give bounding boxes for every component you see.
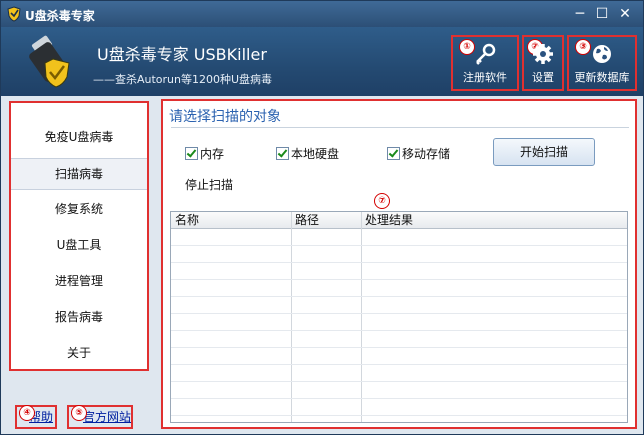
row-line xyxy=(171,279,627,280)
row-line xyxy=(171,415,627,416)
maximize-button[interactable]: ☐ xyxy=(593,5,611,23)
sidebar-item-immunize[interactable]: 免疫U盘病毒 xyxy=(11,122,147,152)
gear-icon xyxy=(533,44,553,64)
settings-label: 设置 xyxy=(532,71,554,84)
callout-badge: ⑤ xyxy=(71,405,87,421)
column-divider xyxy=(361,212,362,422)
panel-heading: 请选择扫描的对象 xyxy=(169,109,281,125)
callout-badge: ⑦ xyxy=(374,193,390,209)
column-divider xyxy=(291,212,292,422)
sidebar-item-process[interactable]: 进程管理 xyxy=(11,266,147,296)
checkbox-local-disk[interactable]: 本地硬盘 xyxy=(276,145,339,162)
update-database-button[interactable]: ③ 更新数据库 xyxy=(567,35,637,91)
row-line xyxy=(171,313,627,314)
sidebar-item-usb-tools[interactable]: U盘工具 xyxy=(11,230,147,260)
sidebar-item-about[interactable]: 关于 xyxy=(11,338,147,368)
checkbox-checked-icon[interactable] xyxy=(185,147,198,160)
sidebar-item-repair[interactable]: 修复系统 xyxy=(11,194,147,224)
callout-badge: ④ xyxy=(19,405,35,421)
sidebar-nav: ⑥ 免疫U盘病毒 扫描病毒 修复系统 U盘工具 进程管理 报告病毒 关于 xyxy=(9,101,149,371)
row-line xyxy=(171,398,627,399)
website-label: 官方网站 xyxy=(83,410,132,424)
tagline: ——查杀Autorun等1200种U盘病毒 xyxy=(93,73,273,86)
stop-scan-button[interactable]: 停止扫描 xyxy=(185,176,233,193)
callout-badge: ① xyxy=(459,39,475,55)
checkbox-label: 内存 xyxy=(200,147,225,161)
header-banner: U盘杀毒专家 USBKiller ——查杀Autorun等1200种U盘病毒 ①… xyxy=(1,27,643,96)
row-line xyxy=(171,381,627,382)
column-header-name[interactable]: 名称 xyxy=(171,212,291,228)
scan-panel: 请选择扫描的对象 内存 本地硬盘 移动存储 开始扫描 停止扫描 ⑦ 名称 路径 … xyxy=(161,99,637,429)
row-line xyxy=(171,347,627,348)
callout-badge: ③ xyxy=(575,39,591,55)
sidebar-item-scan[interactable]: 扫描病毒 xyxy=(11,158,147,190)
minimize-button[interactable]: ─ xyxy=(571,5,589,23)
register-label: 注册软件 xyxy=(463,71,507,84)
row-line xyxy=(171,330,627,331)
register-button[interactable]: ① 注册软件 xyxy=(451,35,519,91)
title-bar: U盘杀毒专家 ─ ☐ ✕ xyxy=(1,1,643,27)
close-button[interactable]: ✕ xyxy=(616,5,634,23)
window-title: U盘杀毒专家 xyxy=(25,9,95,23)
update-database-label: 更新数据库 xyxy=(574,71,630,84)
row-line xyxy=(171,245,627,246)
results-table[interactable]: 名称 路径 处理结果 xyxy=(170,211,628,423)
globe-icon xyxy=(593,45,611,63)
start-scan-button[interactable]: 开始扫描 xyxy=(493,138,595,166)
sidebar-item-report[interactable]: 报告病毒 xyxy=(11,302,147,332)
column-header-path[interactable]: 路径 xyxy=(291,212,361,228)
checkbox-checked-icon[interactable] xyxy=(276,147,289,160)
app-shield-icon xyxy=(7,6,21,22)
checkbox-removable[interactable]: 移动存储 xyxy=(387,145,450,162)
checkbox-checked-icon[interactable] xyxy=(387,147,400,160)
column-header-result[interactable]: 处理结果 xyxy=(361,212,621,228)
checkbox-label: 本地硬盘 xyxy=(291,147,340,161)
app-window: U盘杀毒专家 ─ ☐ ✕ U盘杀毒专家 USBKiller ——查杀Autoru… xyxy=(0,0,644,435)
checkbox-label: 移动存储 xyxy=(402,147,451,161)
settings-button[interactable]: ② 设置 xyxy=(522,35,564,91)
usb-shield-logo-icon xyxy=(29,35,70,88)
row-line xyxy=(171,364,627,365)
app-name: U盘杀毒专家 USBKiller xyxy=(97,45,267,64)
help-link[interactable]: ④ 帮助 xyxy=(15,405,57,429)
checkbox-memory[interactable]: 内存 xyxy=(185,145,224,162)
row-line xyxy=(171,262,627,263)
key-icon xyxy=(476,43,496,65)
website-link[interactable]: ⑤ 官方网站 xyxy=(67,405,133,429)
row-line xyxy=(171,296,627,297)
